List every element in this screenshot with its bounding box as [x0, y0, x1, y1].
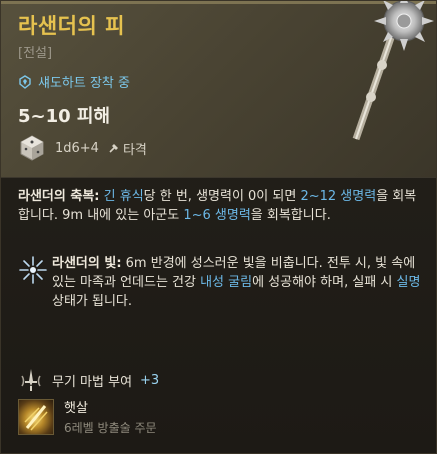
light-name: 라샌더의 빛:: [52, 256, 122, 271]
spell-name: 햇살: [64, 401, 88, 416]
dice-icon: [20, 135, 44, 161]
enchant-label: 무기 마법 부여: [52, 374, 133, 390]
blessing-description: 라샌더의 축복: 긴 휴식당 한 번, 생명력이 0이 되면 2~12 생명력을…: [18, 187, 422, 225]
damage-type: 타격: [108, 139, 147, 158]
blinded-link[interactable]: 실명: [396, 275, 420, 290]
equip-status: 섀도하트 장착 중: [18, 72, 130, 91]
equipped-icon: [19, 74, 31, 89]
item-rarity: [전설]: [18, 46, 53, 61]
mace-weapon-icon: [352, 1, 434, 141]
heal-amount-allies: 1~6 생명력: [183, 208, 251, 223]
dice-formula: 1d6+4: [55, 140, 99, 156]
radiant-light-icon: [19, 256, 47, 284]
header-divider: [1, 177, 436, 178]
sword-enchant-icon: [21, 369, 41, 391]
saving-throw-link[interactable]: 내성 굴림: [200, 275, 252, 290]
enchant-value: +3: [140, 372, 160, 388]
granted-spell[interactable]: 햇살 6레벨 방출술 주문: [18, 397, 157, 436]
damage-range: 5~10 피해: [18, 106, 111, 127]
sunbeam-rays-icon: [24, 404, 48, 430]
light-text: 상태가 됩니다.: [52, 294, 133, 309]
blessing-text: 을 회복합니다.: [250, 208, 331, 223]
equip-status-label: 섀도하트 장착 중: [38, 76, 130, 91]
blessing-text: 당 한 번, 생명력이 0이 되면: [143, 189, 301, 204]
weapon-enchantment: 무기 마법 부여 +3: [18, 367, 159, 393]
spell-level: 6레벨 방출술 주문: [64, 421, 157, 435]
light-description: 라샌더의 빛: 6m 반경에 성스러운 빛을 비춥니다. 전투 시, 빛 속에 …: [52, 254, 426, 311]
light-text: 에 성공해야 하며, 실패 시: [252, 275, 397, 290]
hammer-icon: [109, 144, 118, 153]
damage-type-label: 타격: [122, 142, 147, 158]
spell-text: 햇살 6레벨 방출술 주문: [64, 397, 157, 436]
item-title: 라샌더의 피: [18, 14, 125, 38]
blessing-name: 라샌더의 축복:: [18, 189, 100, 204]
item-tooltip: 라샌더의 피 [전설] 섀도하트 장착 중 5~10 피해 1d6+4 타격 라…: [0, 0, 437, 454]
sunbeam-spell-icon[interactable]: [18, 398, 54, 435]
long-rest-link[interactable]: 긴 휴식: [104, 189, 144, 204]
tooltip-header: 라샌더의 피 [전설] 섀도하트 장착 중 5~10 피해 1d6+4 타격: [1, 1, 436, 177]
dice-row: 1d6+4 타격: [18, 134, 147, 162]
heal-amount-self: 2~12 생명력: [300, 189, 377, 204]
